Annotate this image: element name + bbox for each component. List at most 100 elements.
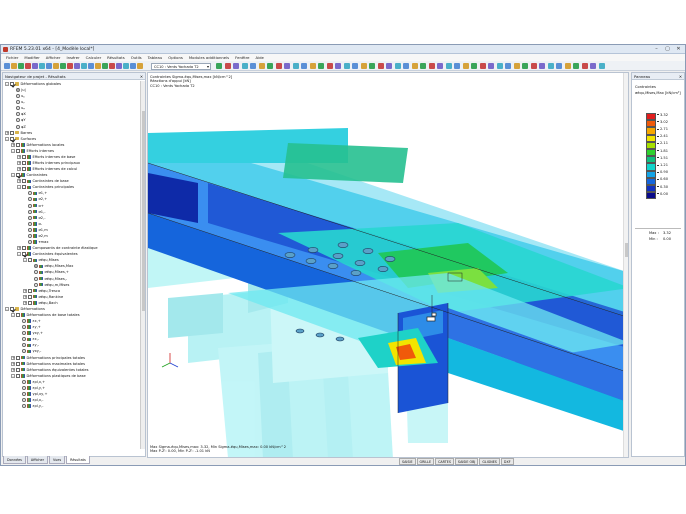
minimize-icon[interactable]: – <box>652 46 661 52</box>
toolbar-button-icon[interactable] <box>420 62 426 69</box>
toolbar-button-icon[interactable] <box>428 62 435 69</box>
toolbar-button-icon[interactable] <box>32 62 38 69</box>
expand-icon[interactable]: + <box>17 179 21 184</box>
radio-button[interactable] <box>16 100 20 105</box>
checkbox[interactable] <box>28 288 32 293</box>
checkbox[interactable] <box>22 161 26 166</box>
toolbar-button-icon[interactable] <box>343 62 350 69</box>
expand-icon[interactable]: + <box>11 361 15 366</box>
toolbar-button-icon[interactable] <box>284 62 290 69</box>
checkbox[interactable] <box>16 173 20 178</box>
collapse-icon[interactable]: - <box>5 136 9 141</box>
status-toggle[interactable]: GLIGNES <box>479 458 500 465</box>
toolbar-button-icon[interactable] <box>292 62 299 69</box>
load-case-select[interactable]: CC10 : Vents Yachada T2 ▾ <box>151 62 211 70</box>
collapse-icon[interactable]: - <box>11 148 15 153</box>
checkbox[interactable] <box>22 154 26 159</box>
checkbox[interactable] <box>16 142 20 147</box>
toolbar-button-icon[interactable] <box>109 62 115 69</box>
expand-icon[interactable]: + <box>17 167 21 172</box>
tree-item[interactable]: εpl,y,- <box>3 403 139 409</box>
radio-button[interactable] <box>28 221 32 226</box>
radio-button[interactable] <box>22 398 26 403</box>
maximize-icon[interactable]: ▢ <box>663 46 672 52</box>
toolbar-button-icon[interactable] <box>513 62 520 69</box>
toolbar-button-icon[interactable] <box>4 62 10 69</box>
radio-button[interactable] <box>22 404 26 409</box>
toolbar-button-icon[interactable] <box>547 62 554 69</box>
radio-button[interactable] <box>22 337 26 342</box>
collapse-icon[interactable]: - <box>23 258 27 263</box>
toolbar-button-icon[interactable] <box>573 62 579 69</box>
toolbar-button-icon[interactable] <box>496 62 503 69</box>
toolbar-button-icon[interactable] <box>250 62 256 69</box>
menu-item[interactable]: Insérer <box>63 55 82 60</box>
toolbar-button-icon[interactable] <box>564 62 571 69</box>
radio-button[interactable] <box>22 319 26 324</box>
menu-item[interactable]: Calculer <box>83 55 104 60</box>
collapse-icon[interactable]: - <box>11 373 15 378</box>
radio-button[interactable] <box>34 270 38 275</box>
radio-button[interactable] <box>28 233 32 238</box>
expand-icon[interactable]: + <box>23 294 27 299</box>
menu-item[interactable]: Résultats <box>104 55 128 60</box>
toolbar-button-icon[interactable] <box>352 62 358 69</box>
radio-button[interactable] <box>28 203 32 208</box>
checkbox[interactable] <box>16 373 20 378</box>
toolbar-button-icon[interactable] <box>437 62 443 69</box>
nav-tab[interactable]: Afficher <box>26 456 49 464</box>
toolbar-button-icon[interactable] <box>241 62 248 69</box>
expand-icon[interactable]: + <box>17 154 21 159</box>
checkbox[interactable] <box>10 82 14 86</box>
toolbar-button-icon[interactable] <box>318 62 324 69</box>
nav-tab[interactable]: Données <box>3 456 26 464</box>
collapse-icon[interactable]: - <box>17 252 21 257</box>
expand-icon[interactable]: + <box>11 142 15 147</box>
radio-button[interactable] <box>28 227 32 232</box>
checkbox[interactable] <box>16 361 20 366</box>
toolbar-button-icon[interactable] <box>522 62 528 69</box>
toolbar-button-icon[interactable] <box>267 62 273 69</box>
toolbar-button-icon[interactable] <box>377 62 384 69</box>
expand-icon[interactable]: + <box>17 161 21 166</box>
checkbox[interactable] <box>22 179 26 184</box>
toolbar-button-icon[interactable] <box>394 62 401 69</box>
toolbar-button-icon[interactable] <box>386 62 392 69</box>
expand-icon[interactable]: + <box>11 355 15 360</box>
expand-icon[interactable]: + <box>23 288 27 293</box>
status-toggle[interactable]: GRILLE <box>416 458 435 465</box>
checkbox[interactable] <box>22 246 26 251</box>
menu-item[interactable]: Fenêtre <box>232 55 252 60</box>
toolbar-button-icon[interactable] <box>88 62 94 69</box>
menu-item[interactable]: Modules additionnels <box>186 55 232 60</box>
checkbox[interactable] <box>22 252 26 257</box>
menu-item[interactable]: Outils <box>128 55 145 60</box>
collapse-icon[interactable]: - <box>11 173 15 178</box>
checkbox[interactable] <box>28 294 32 299</box>
close-icon[interactable]: ✕ <box>679 73 682 80</box>
checkbox[interactable] <box>16 148 20 153</box>
toolbar-button-icon[interactable] <box>360 62 367 69</box>
menu-item[interactable]: Fichier <box>3 55 21 60</box>
close-icon[interactable]: ✕ <box>674 46 683 52</box>
radio-button[interactable] <box>22 331 26 336</box>
checkbox[interactable] <box>16 367 20 372</box>
radio-button[interactable] <box>22 343 26 348</box>
model-3d-render[interactable] <box>148 73 629 458</box>
status-toggle[interactable]: SAISIE <box>399 458 416 465</box>
toolbar-button-icon[interactable] <box>11 62 17 69</box>
radio-button[interactable] <box>16 118 20 123</box>
toolbar-button-icon[interactable] <box>335 62 341 69</box>
toolbar-button-icon[interactable] <box>411 62 418 69</box>
status-toggle[interactable]: CARTES <box>435 458 454 465</box>
toolbar-button-icon[interactable] <box>505 62 511 69</box>
radio-button[interactable] <box>28 240 32 245</box>
radio-button[interactable] <box>16 106 20 111</box>
toolbar-button-icon[interactable] <box>488 62 494 69</box>
expand-icon[interactable]: + <box>23 300 27 305</box>
collapse-icon[interactable]: - <box>11 312 15 317</box>
radio-button[interactable] <box>22 385 26 390</box>
collapse-icon[interactable]: - <box>5 306 9 311</box>
menu-item[interactable]: Aide <box>253 55 267 60</box>
toolbar-button-icon[interactable] <box>39 62 45 69</box>
